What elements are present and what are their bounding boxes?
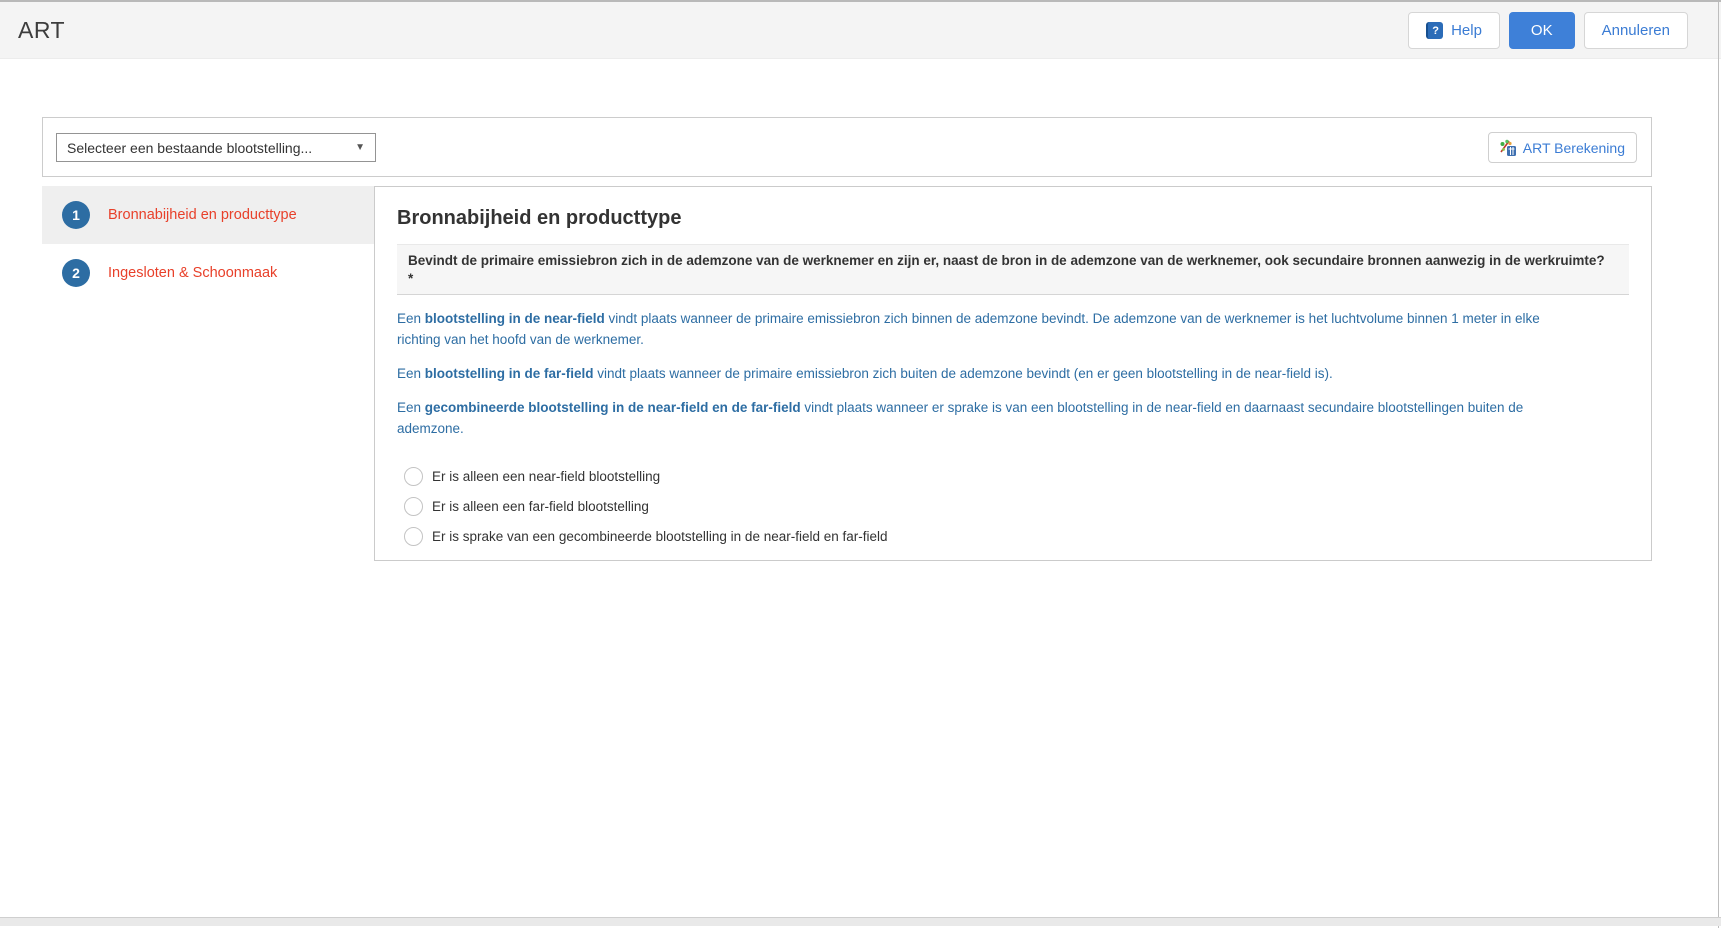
paragraph-text: Een <box>397 400 425 415</box>
step-label: Bronnabijheid en producttype <box>108 207 297 223</box>
radio-option-combined[interactable]: Er is sprake van een gecombineerde bloot… <box>404 521 1629 551</box>
page-title: ART <box>18 17 65 44</box>
help-button-label: Help <box>1451 22 1482 39</box>
window-right-edge <box>1718 2 1719 928</box>
step-content-panel: Bronnabijheid en producttype Bevindt de … <box>374 186 1652 561</box>
wizard-steps: 1 Bronnabijheid en producttype 2 Ingeslo… <box>42 186 374 302</box>
art-calculation-button[interactable]: ART Berekening <box>1488 132 1637 163</box>
exposure-select[interactable]: Selecteer een bestaande blootstelling...… <box>56 133 376 162</box>
radio-button-icon[interactable] <box>404 527 423 546</box>
paragraph-text: Een <box>397 311 425 326</box>
panel-heading: Bronnabijheid en producttype <box>397 207 1629 230</box>
radio-option-label: Er is sprake van een gecombineerde bloot… <box>432 529 888 544</box>
app-header: ART ? Help OK Annuleren <box>0 2 1721 59</box>
exposure-select-value: Selecteer een bestaande blootstelling... <box>67 140 312 156</box>
help-book-icon: ? <box>1426 22 1443 39</box>
question-text: Bevindt de primaire emissiebron zich in … <box>408 253 1605 268</box>
radio-button-icon[interactable] <box>404 497 423 516</box>
exposure-toolbar: Selecteer een bestaande blootstelling...… <box>42 117 1652 177</box>
calculation-icon <box>1500 139 1517 156</box>
paragraph-bold-text: blootstelling in de far-field <box>425 366 594 381</box>
question-block: Bevindt de primaire emissiebron zich in … <box>397 244 1629 295</box>
step-number-badge: 2 <box>62 259 90 287</box>
radio-option-label: Er is alleen een far-field blootstelling <box>432 499 649 514</box>
radio-button-icon[interactable] <box>404 467 423 486</box>
near-field-paragraph: Een blootstelling in de near-field vindt… <box>397 308 1547 350</box>
radio-option-near-field[interactable]: Er is alleen een near-field blootstellin… <box>404 461 1629 491</box>
header-actions: ? Help OK Annuleren <box>1408 2 1688 59</box>
step-item-bronnabijheid[interactable]: 1 Bronnabijheid en producttype <box>42 186 374 244</box>
step-label: Ingesloten & Schoonmaak <box>108 265 277 281</box>
required-marker: * <box>408 270 1618 288</box>
far-field-paragraph: Een blootstelling in de far-field vindt … <box>397 363 1547 384</box>
art-calculation-label: ART Berekening <box>1523 140 1625 156</box>
paragraph-text: vindt plaats wanneer de primaire emissie… <box>594 366 1333 381</box>
step-item-ingesloten[interactable]: 2 Ingesloten & Schoonmaak <box>42 244 374 302</box>
paragraph-text: Een <box>397 366 425 381</box>
paragraph-bold-text: blootstelling in de near-field <box>425 311 605 326</box>
radio-option-label: Er is alleen een near-field blootstellin… <box>432 469 660 484</box>
window-bottom-strip <box>0 917 1721 926</box>
step-number-badge: 1 <box>62 201 90 229</box>
cancel-button[interactable]: Annuleren <box>1584 12 1688 49</box>
help-button[interactable]: ? Help <box>1408 12 1500 49</box>
radio-group: Er is alleen een near-field blootstellin… <box>404 461 1629 551</box>
chevron-down-icon: ▼ <box>355 142 365 153</box>
ok-button[interactable]: OK <box>1509 12 1575 49</box>
paragraph-bold-text: gecombineerde blootstelling in de near-f… <box>425 400 801 415</box>
radio-option-far-field[interactable]: Er is alleen een far-field blootstelling <box>404 491 1629 521</box>
combined-field-paragraph: Een gecombineerde blootstelling in de ne… <box>397 397 1547 439</box>
